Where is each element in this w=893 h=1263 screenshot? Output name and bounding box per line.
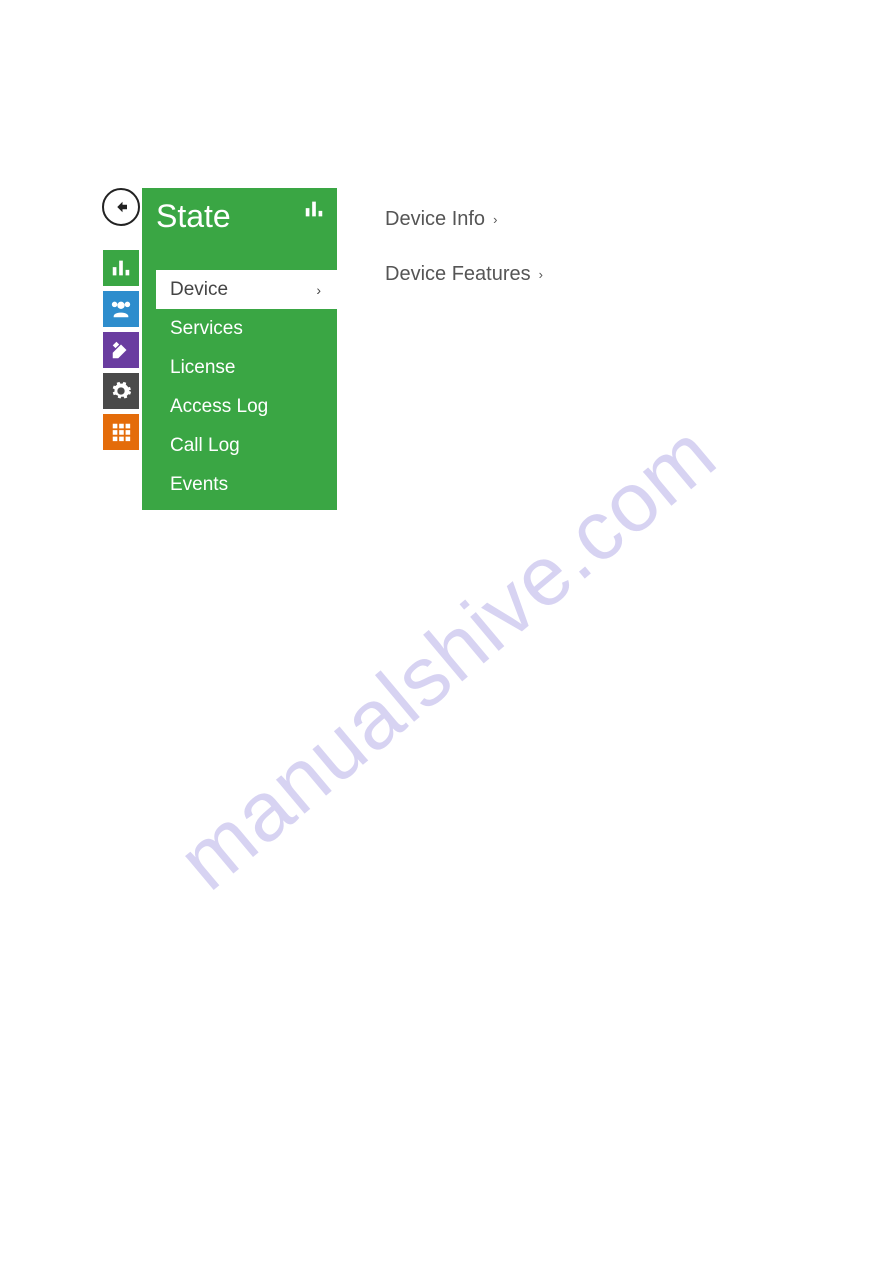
bar-chart-icon	[303, 198, 325, 220]
sidebar-item-label: Access Log	[170, 396, 268, 418]
sidebar-header: State	[142, 188, 337, 270]
sidebar-item-services[interactable]: Services	[142, 309, 337, 348]
sidebar-item-call-log[interactable]: Call Log	[142, 426, 337, 465]
tools-icon	[110, 339, 132, 361]
sidebar-header-icon	[303, 198, 325, 225]
link-device-features[interactable]: Device Features ›	[385, 263, 543, 286]
sidebar-item-license[interactable]: License	[142, 348, 337, 387]
link-label: Device Features	[385, 263, 531, 286]
back-button[interactable]	[102, 188, 140, 226]
link-label: Device Info	[385, 208, 485, 231]
rail-item-users[interactable]	[103, 291, 139, 327]
rail-item-settings[interactable]	[103, 373, 139, 409]
sidebar-item-label: Events	[170, 474, 228, 496]
chevron-right-icon: ›	[493, 212, 497, 227]
sidebar-item-device[interactable]: Device ›	[156, 270, 337, 309]
sidebar-item-events[interactable]: Events	[142, 465, 337, 504]
sidebar-item-label: Call Log	[170, 435, 240, 457]
sidebar-item-label: Device	[170, 279, 228, 301]
rail-item-tools[interactable]	[103, 332, 139, 368]
sidebar-title: State	[156, 198, 231, 235]
users-icon	[110, 298, 132, 320]
icon-rail	[103, 250, 139, 450]
grid-icon	[110, 421, 132, 443]
sidebar-panel: State Device › Services License Access L…	[142, 188, 337, 510]
chevron-right-icon: ›	[316, 282, 321, 298]
left-column	[100, 188, 142, 450]
sidebar-item-access-log[interactable]: Access Log	[142, 387, 337, 426]
content-area: Device Info › Device Features ›	[337, 188, 543, 286]
rail-item-apps[interactable]	[103, 414, 139, 450]
link-device-info[interactable]: Device Info ›	[385, 208, 543, 231]
bar-chart-icon	[110, 257, 132, 279]
arrow-left-icon	[112, 198, 130, 216]
gear-icon	[110, 380, 132, 402]
app-frame: State Device › Services License Access L…	[100, 188, 543, 510]
sidebar-item-label: Services	[170, 318, 243, 340]
rail-item-state[interactable]	[103, 250, 139, 286]
chevron-right-icon: ›	[539, 267, 543, 282]
sidebar-item-label: License	[170, 357, 236, 379]
